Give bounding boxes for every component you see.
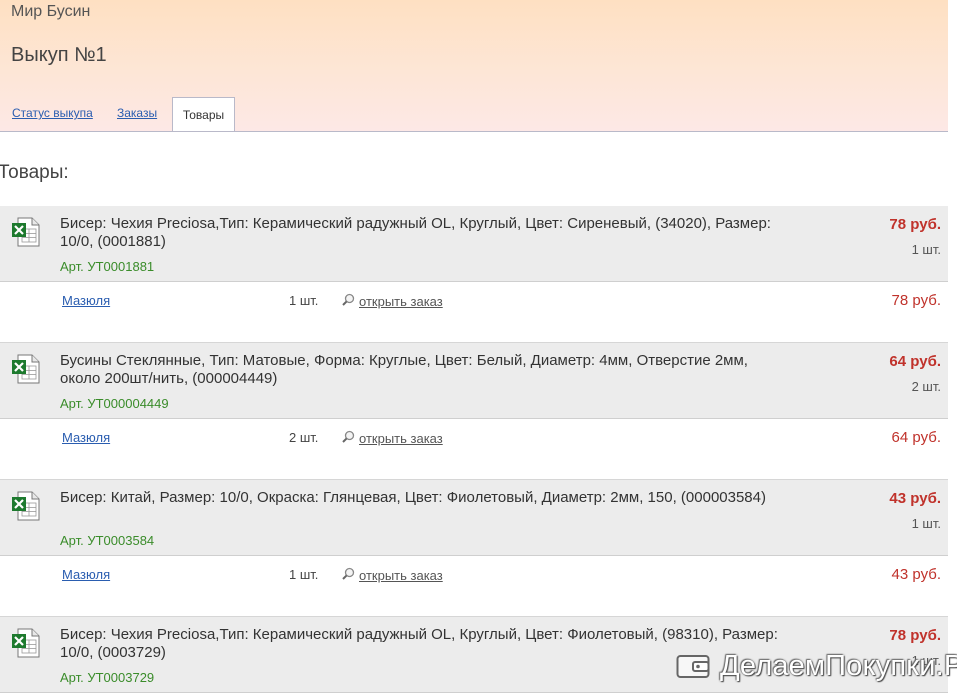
- watermark-text: ДелаемПокупки.Ру: [720, 649, 957, 682]
- product-quantity: 1 шт.: [911, 242, 941, 257]
- open-order-link[interactable]: открыть заказ: [342, 293, 443, 309]
- order-quantity: 2 шт.: [289, 430, 319, 445]
- open-order-label: открыть заказ: [359, 568, 443, 583]
- product-title: Бисер: Чехия Preciosa,Тип: Керамический …: [60, 626, 778, 661]
- order-row: Мазюля 1 шт. открыть заказ 43 руб.: [0, 556, 948, 617]
- page-header: Мир Бусин Выкуп №1 Статус выкупа Заказы …: [0, 0, 948, 132]
- product-row: Бисер: Китай, Размер: 10/0, Окраска: Гля…: [0, 480, 948, 556]
- excel-file-icon: [12, 354, 40, 384]
- order-quantity: 1 шт.: [289, 567, 319, 582]
- product-item: Бусины Стеклянные, Тип: Матовые, Форма: …: [0, 343, 948, 481]
- product-item: Бисер: Китай, Размер: 10/0, Окраска: Гля…: [0, 480, 948, 618]
- page-title: Выкуп №1: [11, 44, 107, 66]
- site-name[interactable]: Мир Бусин: [11, 3, 90, 21]
- excel-file-icon: [12, 217, 40, 247]
- tab-orders[interactable]: Заказы: [117, 106, 157, 120]
- open-order-label: открыть заказ: [359, 431, 443, 446]
- tab-products[interactable]: Товары: [172, 97, 235, 131]
- magnifier-icon: [342, 430, 355, 446]
- order-row: Мазюля 1 шт. открыть заказ 78 руб.: [0, 282, 948, 343]
- product-price: 64 руб.: [889, 353, 941, 370]
- order-price: 78 руб.: [891, 292, 941, 309]
- tab-purchase-status[interactable]: Статус выкупа: [12, 106, 93, 120]
- buyer-link[interactable]: Мазюля: [62, 293, 110, 308]
- product-quantity: 1 шт.: [911, 516, 941, 531]
- open-order-link[interactable]: открыть заказ: [342, 567, 443, 583]
- buyer-link[interactable]: Мазюля: [62, 567, 110, 582]
- product-title: Бисер: Чехия Preciosa,Тип: Керамический …: [60, 215, 771, 250]
- open-order-label: открыть заказ: [359, 294, 443, 309]
- order-quantity: 1 шт.: [289, 293, 319, 308]
- wallet-icon: [676, 655, 710, 678]
- product-title: Бисер: Китай, Размер: 10/0, Окраска: Гля…: [60, 489, 766, 506]
- product-title: Бусины Стеклянные, Тип: Матовые, Форма: …: [60, 352, 748, 387]
- watermark: ДелаемПокупки.Ру: [676, 648, 957, 684]
- product-price: 78 руб.: [889, 216, 941, 233]
- product-row: Бусины Стеклянные, Тип: Матовые, Форма: …: [0, 343, 948, 419]
- order-row: Мазюля 2 шт. открыть заказ 64 руб.: [0, 419, 948, 480]
- order-price: 64 руб.: [891, 429, 941, 446]
- magnifier-icon: [342, 293, 355, 309]
- excel-file-icon: [12, 491, 40, 521]
- product-row: Бисер: Чехия Preciosa,Тип: Керамический …: [0, 206, 948, 282]
- product-price: 43 руб.: [889, 490, 941, 507]
- product-article: Арт. УТ000004449: [60, 396, 169, 411]
- magnifier-icon: [342, 567, 355, 583]
- product-article: Арт. УТ0001881: [60, 259, 155, 274]
- product-article: Арт. УТ0003584: [60, 533, 155, 548]
- buyer-link[interactable]: Мазюля: [62, 430, 110, 445]
- section-title: Товары:: [0, 162, 69, 183]
- product-quantity: 2 шт.: [911, 379, 941, 394]
- product-article: Арт. УТ0003729: [60, 670, 155, 685]
- order-price: 43 руб.: [891, 566, 941, 583]
- product-price: 78 руб.: [889, 627, 941, 644]
- open-order-link[interactable]: открыть заказ: [342, 430, 443, 446]
- product-item: Бисер: Чехия Preciosa,Тип: Керамический …: [0, 206, 948, 344]
- excel-file-icon: [12, 628, 40, 658]
